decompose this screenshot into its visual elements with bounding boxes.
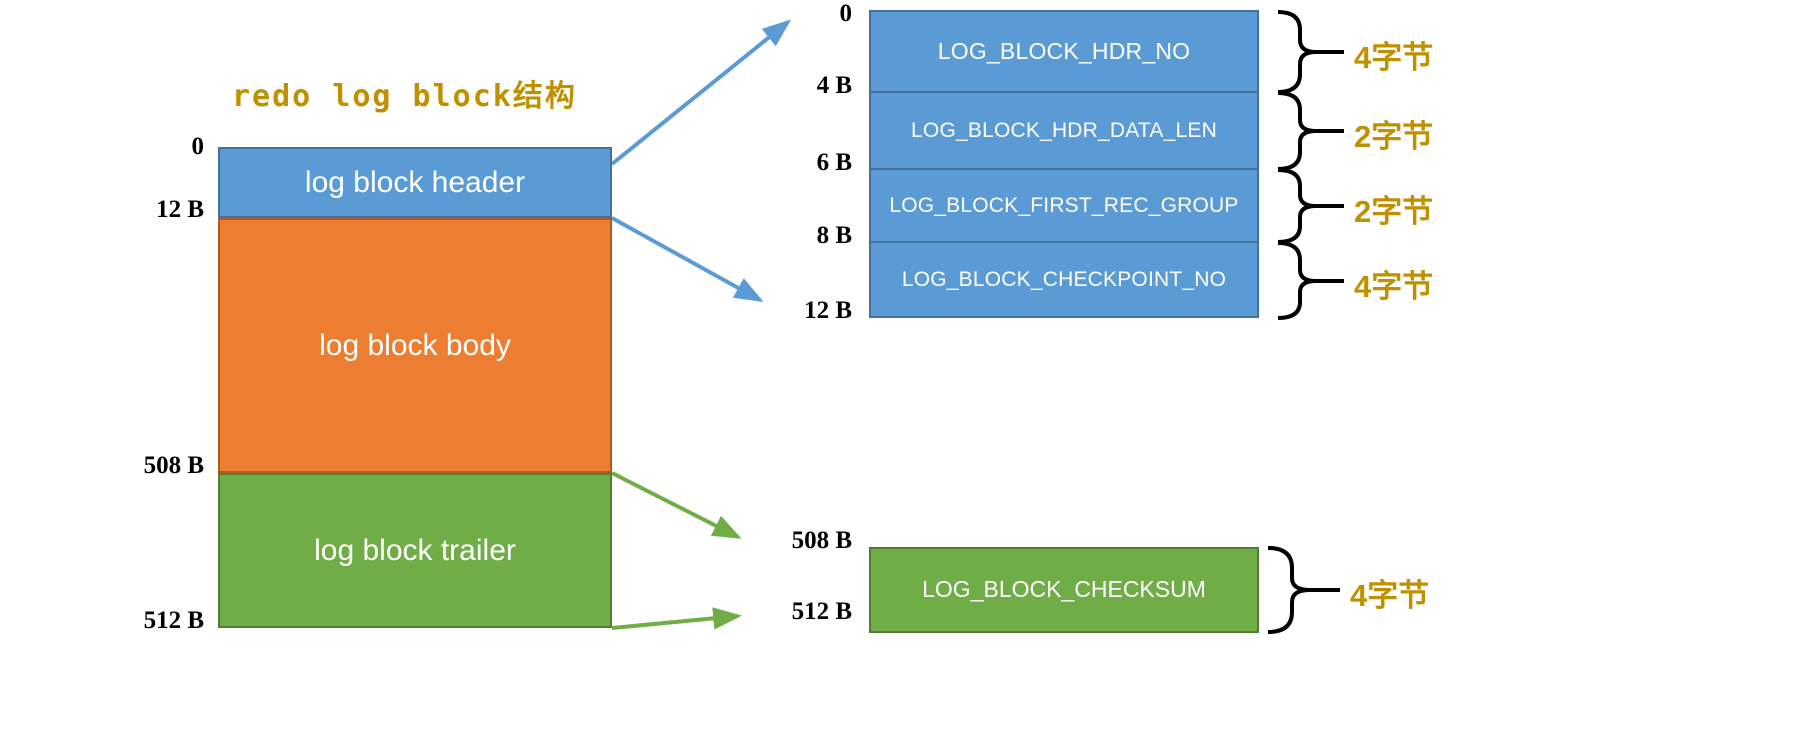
brace-checksum bbox=[1267, 546, 1340, 634]
main-section-body-label: log block body bbox=[319, 329, 511, 362]
main-section-header: log block header bbox=[218, 147, 612, 218]
main-offset-bottom: 512 B bbox=[143, 607, 204, 634]
header-offset-6: 6 B bbox=[816, 149, 852, 176]
main-section-body: log block body bbox=[218, 218, 612, 473]
header-offset-8: 8 B bbox=[816, 222, 852, 249]
header-field-3-size: 4字节 bbox=[1354, 269, 1434, 304]
trailer-field-0-size: 4字节 bbox=[1350, 578, 1430, 613]
brace-field-2 bbox=[1277, 168, 1344, 244]
header-field-0-size: 4字节 bbox=[1354, 40, 1434, 75]
diagram-title: redo log block结构 bbox=[232, 79, 577, 114]
header-field-2-size: 2字节 bbox=[1354, 194, 1434, 229]
diagram-canvas: redo log block结构 log block header log bl… bbox=[0, 0, 1799, 730]
trailer-offset-start: 508 B bbox=[791, 527, 852, 554]
header-offset-4: 4 B bbox=[816, 72, 852, 99]
trailer-offset-end: 512 B bbox=[791, 598, 852, 625]
header-field-3: LOG_BLOCK_CHECKPOINT_NO bbox=[869, 242, 1259, 318]
header-field-3-label: LOG_BLOCK_CHECKPOINT_NO bbox=[901, 267, 1227, 291]
main-section-trailer: log block trailer bbox=[218, 473, 612, 628]
brace-field-1 bbox=[1277, 91, 1344, 171]
main-offset-body-end: 508 B bbox=[143, 452, 204, 479]
header-field-0: LOG_BLOCK_HDR_NO bbox=[869, 10, 1259, 92]
trailer-field-0: LOG_BLOCK_CHECKSUM bbox=[869, 547, 1259, 633]
header-field-2-label: LOG_BLOCK_FIRST_REC_GROUP bbox=[889, 193, 1239, 217]
main-offset-header-end: 12 B bbox=[156, 196, 204, 223]
main-section-header-label: log block header bbox=[304, 166, 526, 199]
brace-field-0 bbox=[1277, 10, 1344, 94]
header-offset-12: 12 B bbox=[804, 297, 852, 324]
header-field-0-label: LOG_BLOCK_HDR_NO bbox=[937, 38, 1191, 64]
main-section-trailer-label: log block trailer bbox=[314, 534, 516, 567]
brace-field-3 bbox=[1277, 241, 1344, 320]
header-field-1-label: LOG_BLOCK_HDR_DATA_LEN bbox=[911, 118, 1217, 142]
header-field-1: LOG_BLOCK_HDR_DATA_LEN bbox=[869, 92, 1259, 169]
header-offset-0: 0 bbox=[839, 0, 853, 27]
trailer-field-0-label: LOG_BLOCK_CHECKSUM bbox=[922, 576, 1206, 603]
header-field-1-size: 2字节 bbox=[1354, 119, 1434, 154]
header-field-2: LOG_BLOCK_FIRST_REC_GROUP bbox=[869, 169, 1259, 242]
main-offset-top: 0 bbox=[191, 133, 205, 160]
